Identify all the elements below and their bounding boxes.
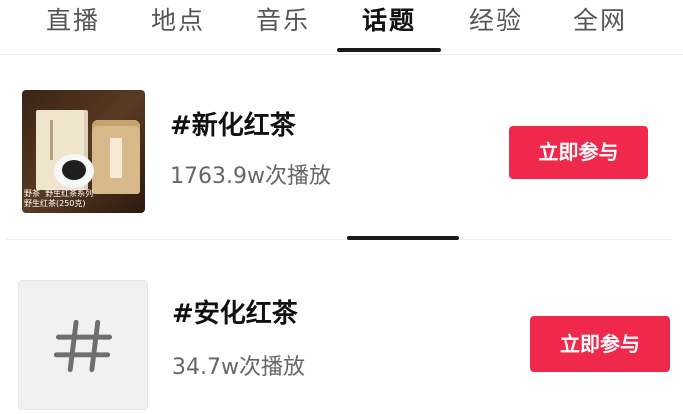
join-topic-button[interactable]: 立即参与 xyxy=(509,126,648,179)
topic-thumbnail xyxy=(18,280,148,410)
topic-title: #新化红茶 xyxy=(170,111,296,141)
topic-row[interactable]: 野茶 野生红茶系列 野生红茶(250克) #新化红茶 1763.9w次播放 立即… xyxy=(0,62,683,213)
tab-all-web[interactable]: 全网 xyxy=(560,4,640,38)
tea-leaf-dish xyxy=(54,154,94,188)
active-tab-indicator xyxy=(337,48,441,52)
topic-thumbnail: 野茶 野生红茶系列 野生红茶(250克) xyxy=(22,90,145,213)
tab-topic[interactable]: 话题 xyxy=(349,4,429,38)
tab-live[interactable]: 直播 xyxy=(33,4,113,38)
tab-experience[interactable]: 经验 xyxy=(456,4,536,38)
thumbnail-caption: 野茶 野生红茶系列 野生红茶(250克) xyxy=(24,189,94,208)
tab-bar: 直播 地点 音乐 话题 经验 全网 xyxy=(0,0,683,55)
row-divider xyxy=(6,239,670,240)
topic-title: #安化红茶 xyxy=(172,299,298,329)
scroll-indicator xyxy=(347,236,459,240)
play-count: 34.7w次播放 xyxy=(172,355,305,380)
hash-icon xyxy=(53,319,113,373)
tab-music[interactable]: 音乐 xyxy=(243,4,323,38)
tea-canister xyxy=(92,120,140,194)
topic-row[interactable]: #安化红茶 34.7w次播放 立即参与 xyxy=(0,258,683,410)
play-count: 1763.9w次播放 xyxy=(170,164,331,189)
tab-location[interactable]: 地点 xyxy=(138,4,218,38)
join-topic-button[interactable]: 立即参与 xyxy=(530,316,670,372)
